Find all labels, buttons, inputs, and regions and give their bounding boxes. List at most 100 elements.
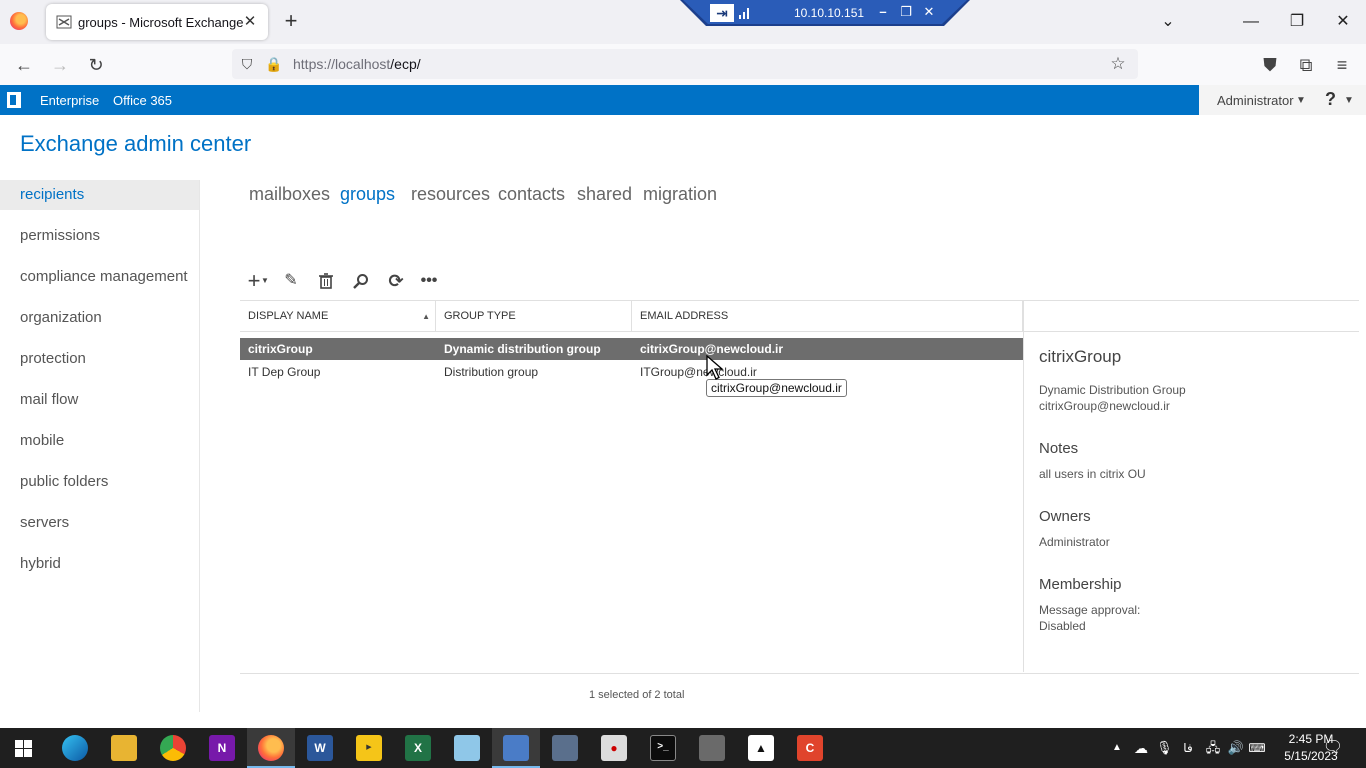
leftnav-item-protection[interactable]: protection [0,344,199,374]
rdp-host-label: 10.10.10.151 [794,6,865,20]
app-c-icon[interactable]: C [797,735,823,761]
rdp-pin-icon[interactable]: ⇥ [710,4,734,22]
onenote-icon[interactable]: N [209,735,235,761]
leftnav-item-recipients[interactable]: recipients [0,180,199,210]
grid-footer-divider [240,673,1359,674]
tab-mailboxes[interactable]: mailboxes [249,184,330,205]
tab-resources[interactable]: resources [411,184,490,205]
column-header-email-address[interactable]: EMAIL ADDRESS [632,301,1023,332]
photos-icon[interactable]: ▲ [748,735,774,761]
address-bar[interactable]: ⛉ 🔒 https://localhost/ecp/ ☆ [232,49,1138,79]
browser-tab-active[interactable]: groups - Microsoft Exchange ✕ [46,4,268,40]
url-text[interactable]: https://localhost/ecp/ [293,56,421,72]
back-icon[interactable]: ← [11,52,37,78]
details-group-name: citrixGroup [1039,347,1122,366]
notifications-icon[interactable]: 🗨 [1321,728,1345,768]
details-owners: Administrator [1039,535,1110,549]
leftnav-item-organization[interactable]: organization [0,303,199,333]
delete-icon[interactable] [315,270,337,292]
notepad-icon[interactable] [454,735,480,761]
help-caret-icon[interactable]: ▼ [1344,95,1354,106]
cell-group-type: Distribution group [444,365,539,379]
tab-close-icon[interactable]: ✕ [240,12,260,32]
menu-icon[interactable]: ≡ [1329,52,1355,78]
tray-overflow-icon[interactable]: ▲ [1108,728,1126,768]
player-icon[interactable]: ▶ [356,735,382,761]
enterprise-link[interactable]: Enterprise [40,93,99,108]
cell-display-name: citrixGroup [248,342,313,356]
leftnav-item-compliance-management[interactable]: compliance management [0,262,199,292]
search-icon[interactable] [350,270,372,292]
onedrive-icon[interactable]: ☁ [1131,728,1151,768]
excel-icon[interactable]: X [405,735,431,761]
browser-tab-strip: groups - Microsoft Exchange ✕ + ⇥ 10.10.… [0,0,1366,44]
column-header-display-name[interactable]: DISPLAY NAME ▲ [240,301,436,332]
user-menu[interactable]: Administrator [1217,93,1294,108]
recorder-icon[interactable]: ● [601,735,627,761]
page-title: Exchange admin center [20,131,252,156]
tab-shared[interactable]: shared [577,184,632,205]
rdp-minimize-icon[interactable]: – [874,3,892,21]
leftnav-item-mail-flow[interactable]: mail flow [0,385,199,415]
network-tool-icon[interactable] [552,735,578,761]
terminal-icon[interactable]: >_ [650,735,676,761]
server-manager-icon[interactable] [699,735,725,761]
office365-link[interactable]: Office 365 [113,93,172,108]
reload-icon[interactable]: ↻ [83,52,109,78]
list-all-tabs-icon[interactable]: ⌄ [1156,10,1180,34]
shield-icon[interactable]: ⛉ [238,55,256,73]
tab-groups[interactable]: groups [340,184,395,205]
file-explorer-icon[interactable] [111,735,137,761]
tab-contacts[interactable]: contacts [498,184,565,205]
office-logo-icon[interactable] [7,92,21,108]
tab-migration[interactable]: migration [643,184,717,205]
refresh-icon[interactable]: ⟳ [385,270,407,292]
url-path: /ecp/ [390,56,421,72]
volume-icon[interactable]: 🔊 [1226,728,1246,768]
leftnav-item-mobile[interactable]: mobile [0,426,199,456]
window-close-icon[interactable]: ✕ [1331,10,1355,34]
input-language-icon[interactable]: فا [1178,728,1198,768]
leftnav-item-permissions[interactable]: permissions [0,221,199,251]
table-row[interactable]: IT Dep Group Distribution group ITGroup@… [240,361,1023,383]
chrome-icon[interactable] [160,735,186,761]
mouse-cursor-icon [706,355,724,380]
windows-taskbar: N W ▶ X ● >_ ▲ C ▲ ☁ 🎙 فا 🖧 🔊 ⌨ 2:45 PM … [0,728,1366,768]
new-dropdown-caret-icon[interactable]: ▼ [259,270,271,292]
details-membership-approval-value: Disabled [1039,619,1086,633]
windows-start-icon[interactable] [15,740,32,757]
edit-icon[interactable]: ✎ [280,270,302,292]
window-maximize-icon[interactable]: ❐ [1285,10,1309,34]
remote-desktop-icon[interactable] [503,735,529,761]
window-minimize-icon[interactable]: — [1239,10,1263,34]
more-options-icon[interactable]: ••• [418,270,440,292]
table-row[interactable]: citrixGroup Dynamic distribution group c… [240,338,1023,360]
keyboard-language-icon[interactable]: ⌨ [1247,728,1267,768]
url-host: https://localhost [293,56,391,72]
details-membership-heading: Membership [1039,576,1122,593]
firefox-logo-icon[interactable] [10,12,28,30]
new-tab-icon[interactable]: + [280,10,302,34]
rdp-signal-icon [739,8,749,19]
firefox-icon[interactable] [258,735,284,761]
rdp-close-icon[interactable]: ✕ [920,3,938,21]
bookmark-star-icon[interactable]: ☆ [1109,55,1127,73]
forward-icon[interactable]: → [47,52,73,78]
leftnav-item-hybrid[interactable]: hybrid [0,549,199,579]
column-header-group-type[interactable]: GROUP TYPE [436,301,632,332]
microphone-icon[interactable]: 🎙 [1156,728,1173,768]
edge-icon[interactable] [62,735,88,761]
user-menu-caret-icon[interactable]: ▼ [1296,95,1306,106]
help-icon[interactable]: ? [1325,89,1336,110]
network-icon[interactable]: 🖧 [1203,728,1223,768]
details-owners-heading: Owners [1039,508,1091,525]
extensions-icon[interactable]: ⧉ [1293,52,1319,78]
rdp-restore-icon[interactable]: ❐ [897,3,915,21]
exchange-favicon-icon [56,15,72,29]
leftnav-item-servers[interactable]: servers [0,508,199,538]
word-icon[interactable]: W [307,735,333,761]
leftnav-item-public-folders[interactable]: public folders [0,467,199,497]
sort-ascending-icon: ▲ [422,312,430,321]
pocket-icon[interactable]: ⛊ [1257,52,1283,78]
lock-icon[interactable]: 🔒 [265,55,283,73]
